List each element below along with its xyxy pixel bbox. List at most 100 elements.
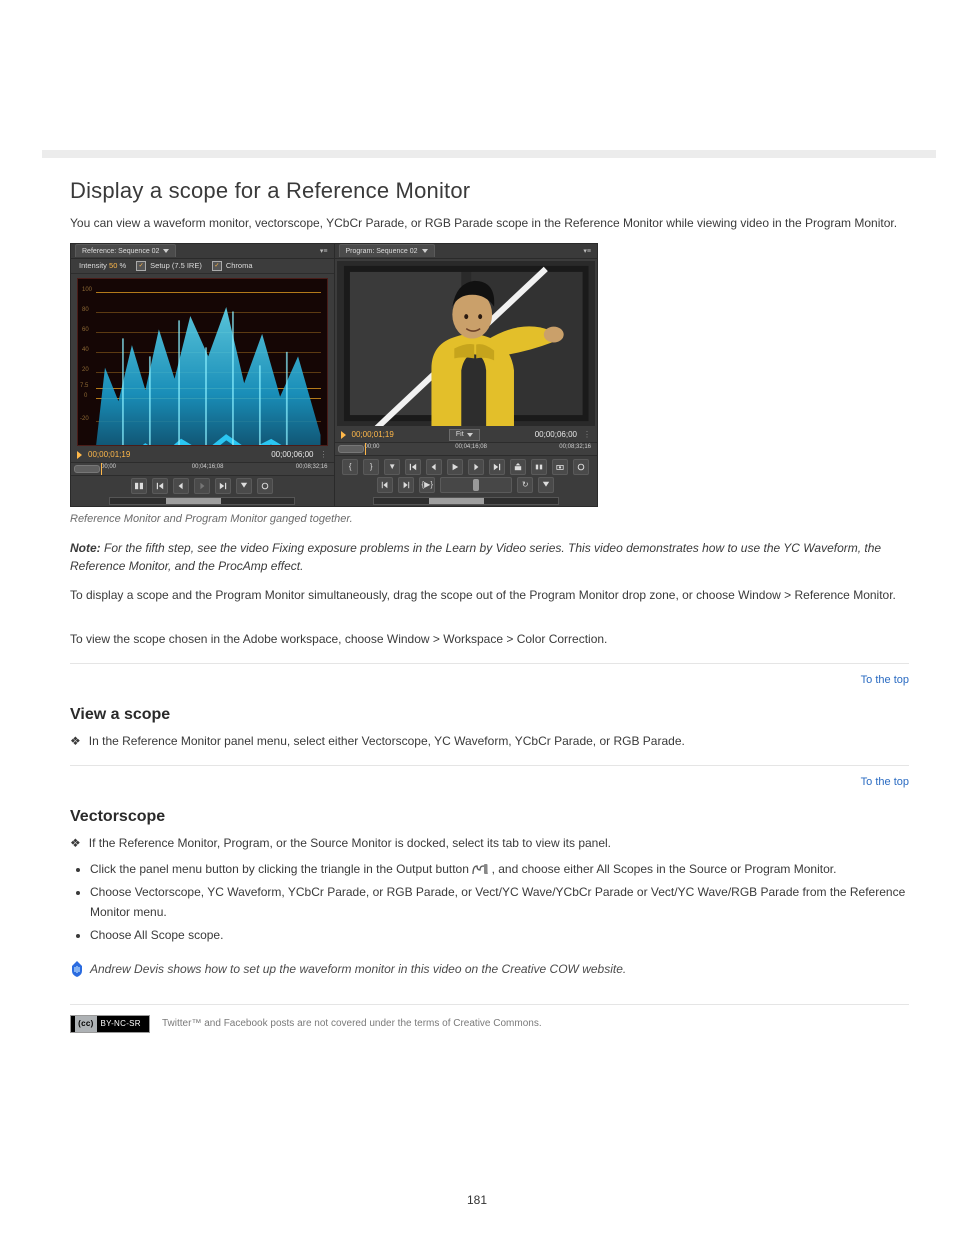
loop-button[interactable]: ↻ (517, 477, 533, 493)
export-frame-button[interactable] (552, 459, 568, 475)
step-back-button[interactable] (173, 478, 189, 494)
go-to-out-button[interactable] (489, 459, 505, 475)
spotlight-text: Andrew Devis shows how to set up the wav… (90, 962, 626, 976)
spotlight-note: Andrew Devis shows how to set up the wav… (70, 961, 626, 977)
setup-checkbox[interactable]: ✓ (136, 261, 146, 271)
add-marker-button[interactable]: ▼ (384, 459, 400, 475)
cti-line[interactable] (365, 443, 366, 455)
program-transport: { } ▼ {▶} (335, 456, 598, 496)
bullet-text-pre: Click the panel menu button by clicking … (90, 862, 472, 876)
cti-line[interactable] (101, 463, 102, 475)
play-button[interactable] (447, 459, 463, 475)
section-divider (70, 765, 909, 766)
program-timecode-row: 00;00;01;19 Fit 00;00;06;00 ⋮ (335, 428, 598, 442)
next-edit-button[interactable] (398, 477, 414, 493)
note-text: For the fifth step, see the video Fixing… (70, 541, 881, 574)
reference-tc-duration: 00;00;06;00 (271, 450, 313, 459)
intensity-label: Intensity (79, 261, 107, 270)
reference-tab[interactable]: Reference: Sequence 02 (75, 244, 176, 257)
chroma-label: Chroma (226, 261, 253, 270)
panel-menu-icon[interactable]: ▾≡ (318, 247, 330, 255)
program-tc-duration: 00;00;06;00 (535, 430, 577, 439)
step-row-2: ❖ If the Reference Monitor, Program, or … (70, 834, 909, 853)
zoom-handle[interactable] (74, 465, 100, 473)
cc-license-badge[interactable]: (cc)BY-NC-SR (70, 1015, 150, 1033)
reference-tc-current[interactable]: 00;00;01;19 (88, 450, 130, 459)
mark-out-button[interactable]: } (363, 459, 379, 475)
chevron-down-icon (422, 249, 428, 253)
step-back-button[interactable] (426, 459, 442, 475)
cti-marker-icon (341, 431, 346, 439)
program-tc-current[interactable]: 00;00;01;19 (352, 430, 394, 439)
intensity-pct: % (119, 261, 126, 270)
body-p2: Note: For the fifth step, see the video … (70, 539, 909, 576)
reference-transport (71, 476, 334, 496)
chevron-down-icon (163, 249, 169, 253)
ruler-tick-2: 00;08;32;16 (559, 444, 591, 450)
list-item: Choose Vectorscope, YC Waveform, YCbCr P… (90, 883, 909, 921)
bullet-text-post: , and choose either All Scopes in the So… (492, 862, 837, 876)
program-time-ruler[interactable]: 00;00 00;04;16;08 00;08;32;16 (335, 442, 598, 456)
tick-40: 40 (82, 347, 89, 353)
scope-area: 100 80 60 40 20 7.5 0 -20 (71, 274, 334, 448)
ruler-tick-2: 00;08;32;16 (296, 464, 328, 470)
chroma-checkbox[interactable]: ✓ (212, 261, 222, 271)
yc-waveform-scope: 100 80 60 40 20 7.5 0 -20 (77, 278, 328, 446)
panel-menu-icon[interactable]: ▾≡ (581, 247, 593, 255)
play-in-out-button[interactable]: {▶} (419, 477, 435, 493)
program-tab[interactable]: Program: Sequence 02 (339, 244, 435, 257)
bullet-list: Click the panel menu button by clicking … (70, 860, 909, 945)
reference-monitor-panel: Reference: Sequence 02 ▾≡ Intensity 50 %… (71, 244, 334, 506)
body-p4: To view the scope chosen in the Adobe wo… (70, 630, 909, 649)
zoom-fit-dropdown[interactable]: Fit (449, 429, 480, 441)
bullet-text: Choose All Scope scope. (90, 928, 223, 942)
step-fwd-button[interactable] (468, 459, 484, 475)
page-number: 181 (0, 1193, 954, 1207)
page-top-divider (42, 150, 936, 158)
go-to-out-button[interactable] (215, 478, 231, 494)
reference-scrollbar[interactable] (71, 496, 334, 506)
note-label: Note: (70, 541, 101, 555)
to-top-link[interactable]: To the top (861, 776, 909, 788)
program-tab-label: Program: Sequence 02 (346, 248, 418, 255)
list-item: Click the panel menu button by clicking … (90, 860, 909, 879)
ruler-tick-1: 00;04;16;08 (192, 464, 224, 470)
body-p3: To display a scope and the Program Monit… (70, 586, 909, 605)
reference-program-monitor-screenshot: Reference: Sequence 02 ▾≡ Intensity 50 %… (70, 243, 598, 507)
tick-20: 20 (82, 367, 89, 373)
program-scrollbar[interactable] (335, 496, 598, 506)
safe-margin-button[interactable] (257, 478, 273, 494)
ruler-tick-0: 00;00 (101, 464, 116, 470)
go-to-in-button[interactable] (152, 478, 168, 494)
program-monitor-panel: Program: Sequence 02 ▾≡ (334, 244, 598, 506)
legal-text: Twitter™ and Facebook posts are not cove… (162, 1018, 542, 1029)
intensity-value[interactable]: 50 (109, 261, 117, 270)
tick-80: 80 (82, 307, 89, 313)
go-to-in-button[interactable] (405, 459, 421, 475)
reference-tab-bar: Reference: Sequence 02 ▾≡ (71, 244, 334, 259)
list-item: Choose All Scope scope. (90, 926, 909, 945)
mark-in-button[interactable]: { (342, 459, 358, 475)
tick-n20: -20 (80, 416, 89, 422)
zoom-handle[interactable] (338, 445, 364, 453)
output-menu-button[interactable] (538, 477, 554, 493)
safe-margin-button[interactable] (573, 459, 589, 475)
lift-button[interactable] (510, 459, 526, 475)
step-fwd-button[interactable] (194, 478, 210, 494)
reference-time-ruler[interactable]: 00;00 00;04;16;08 00;08;32;16 (71, 462, 334, 476)
diamond-bullet-icon: ❖ (70, 732, 81, 751)
prev-edit-button[interactable] (377, 477, 393, 493)
reference-tab-label: Reference: Sequence 02 (82, 248, 159, 255)
section-vectorscope: Vectorscope (70, 808, 909, 826)
page-content: Display a scope for a Reference Monitor … (70, 178, 909, 1033)
output-menu-button[interactable] (236, 478, 252, 494)
cti-marker-icon (77, 451, 82, 459)
to-top-link[interactable]: To the top (861, 674, 909, 686)
page-title: Display a scope for a Reference Monitor (70, 178, 909, 204)
extract-button[interactable] (531, 459, 547, 475)
gang-button[interactable] (131, 478, 147, 494)
program-video-area (335, 259, 598, 428)
shuttle-slider[interactable] (440, 477, 512, 493)
program-tab-bar: Program: Sequence 02 ▾≡ (335, 244, 598, 259)
bullet-text: Choose Vectorscope, YC Waveform, YCbCr P… (90, 885, 905, 918)
